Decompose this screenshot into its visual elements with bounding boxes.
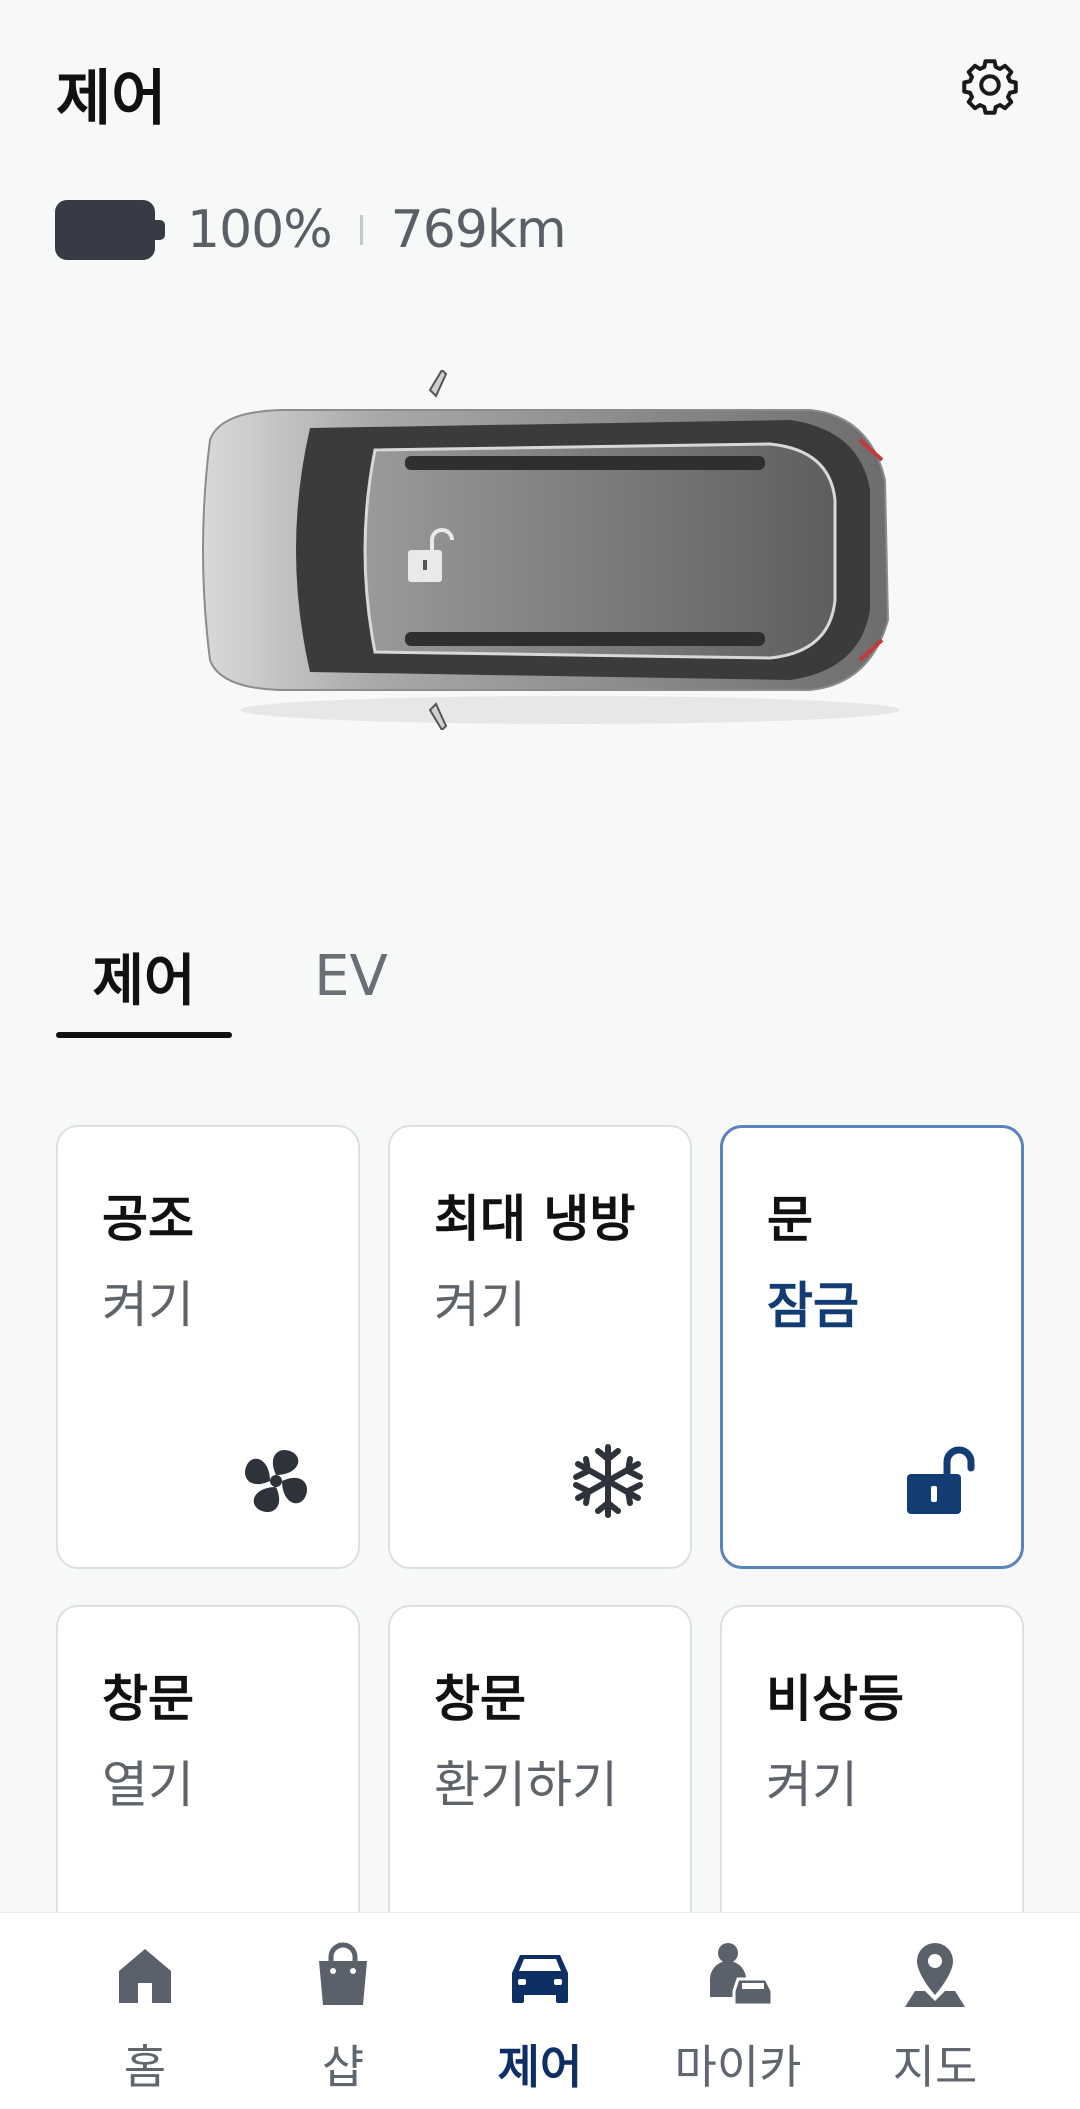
- max-cooling-card[interactable]: 최대 냉방 켜기: [388, 1125, 692, 1569]
- tab-control[interactable]: 제어: [56, 920, 232, 1038]
- card-status: 켜기: [102, 1276, 194, 1334]
- divider: [359, 215, 363, 245]
- card-title: 공조: [102, 1190, 194, 1248]
- card-title: 비상등: [766, 1670, 904, 1728]
- battery-icon: [55, 200, 165, 260]
- unlock-icon: [907, 1446, 975, 1514]
- car-image: [170, 368, 950, 732]
- header: 제어: [0, 0, 1080, 180]
- car-icon: [512, 1955, 568, 2003]
- fan-icon: [244, 1449, 308, 1513]
- door-card[interactable]: 문 잠금: [720, 1125, 1024, 1569]
- tab-ev[interactable]: EV: [296, 920, 406, 1032]
- nav-item-home[interactable]: 홈: [50, 1913, 240, 2109]
- card-status: 환기하기: [434, 1756, 618, 1814]
- battery-status: 100% 769km: [55, 190, 567, 270]
- tab-bar: 제어 EV: [56, 920, 1036, 1040]
- nav-label: 홈: [123, 2040, 167, 2094]
- bottom-nav: 홈 샵 제어 마이카 지도: [0, 1912, 1080, 2109]
- climate-card[interactable]: 공조 켜기: [56, 1125, 360, 1569]
- nav-label: 마이카: [674, 2040, 802, 2094]
- nav-label: 지도: [892, 2040, 978, 2094]
- nav-item-my-car[interactable]: 마이카: [643, 1913, 833, 2109]
- nav-item-map[interactable]: 지도: [840, 1913, 1030, 2109]
- nav-item-control[interactable]: 제어: [445, 1913, 635, 2109]
- driving-range: 769km: [390, 200, 567, 260]
- nav-label: 샵: [321, 2040, 365, 2094]
- card-status: 켜기: [434, 1276, 526, 1334]
- card-title: 창문: [102, 1670, 194, 1728]
- map-pin-icon: [905, 1943, 965, 2007]
- card-title: 창문: [434, 1670, 526, 1728]
- card-status: 열기: [102, 1756, 194, 1814]
- settings-button[interactable]: [950, 45, 1030, 125]
- card-status: 잠금: [767, 1277, 859, 1335]
- shopping-bag-icon: [319, 1942, 367, 2005]
- card-title: 최대 냉방: [434, 1190, 636, 1248]
- page-title: 제어: [56, 64, 167, 134]
- gear-icon: [962, 59, 1018, 115]
- card-title: 문: [767, 1191, 813, 1249]
- battery-percent: 100%: [187, 200, 333, 260]
- home-icon: [119, 1949, 171, 2003]
- snowflake-icon: [573, 1444, 643, 1518]
- card-status: 켜기: [766, 1756, 858, 1814]
- nav-label: 제어: [497, 2040, 583, 2094]
- person-car-icon: [710, 1943, 774, 2007]
- nav-item-shop[interactable]: 샵: [248, 1913, 438, 2109]
